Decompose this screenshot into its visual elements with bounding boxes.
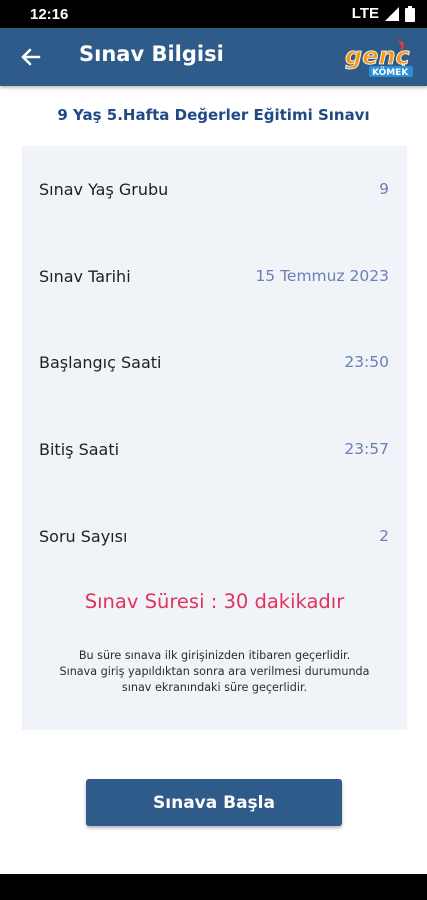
- battery-icon: [405, 5, 415, 22]
- info-label: Sınav Yaş Grubu: [39, 180, 169, 199]
- app-bar: Sınav Bilgisi genç KÖMEK: [0, 28, 427, 86]
- info-row-question-count: Soru Sayısı 2: [22, 527, 407, 557]
- note-line: Bu süre sınava ilk girişinizden itibaren…: [78, 649, 351, 662]
- info-row-age-group: Sınav Yaş Grubu 9: [22, 180, 407, 210]
- duration-note: Bu süre sınava ilk girişinizden itibaren…: [32, 648, 397, 696]
- info-value: 2: [379, 527, 389, 545]
- exam-title: 9 Yaş 5.Hafta Değerler Eğitimi Sınavı: [57, 106, 370, 124]
- note-line: sınav ekranındaki süre geçerlidir.: [121, 681, 308, 694]
- back-button[interactable]: [18, 44, 44, 70]
- info-row-end-time: Bitiş Saati 23:57: [22, 440, 407, 470]
- status-time: 12:16: [30, 6, 69, 23]
- info-value: 23:50: [344, 353, 389, 371]
- info-label: Soru Sayısı: [39, 527, 128, 546]
- info-label: Bitiş Saati: [39, 440, 120, 459]
- info-value: 23:57: [344, 440, 389, 458]
- svg-text:KÖMEK: KÖMEK: [372, 67, 409, 78]
- network-type: LTE: [351, 5, 379, 22]
- signal-icon: [385, 6, 399, 21]
- info-row-date: Sınav Tarihi 15 Temmuz 2023: [22, 267, 407, 297]
- navigation-bar: [0, 874, 427, 900]
- genc-komek-logo: genç KÖMEK: [341, 36, 415, 80]
- info-row-start-time: Başlangıç Saati 23:50: [22, 353, 407, 383]
- exam-info-card: Sınav Yaş Grubu 9 Sınav Tarihi 15 Temmuz…: [22, 146, 407, 730]
- info-label: Başlangıç Saati: [39, 353, 162, 372]
- arrow-left-icon: [18, 48, 44, 74]
- info-value: 9: [379, 180, 389, 198]
- note-line: Sınava giriş yapıldıktan sonra ara veril…: [59, 665, 370, 678]
- status-bar: 12:16 LTE: [0, 0, 427, 28]
- exam-duration: Sınav Süresi : 30 dakikadır: [84, 590, 345, 613]
- info-label: Sınav Tarihi: [39, 267, 131, 286]
- svg-text:genç: genç: [345, 42, 410, 70]
- page-title: Sınav Bilgisi: [79, 42, 224, 66]
- info-value: 15 Temmuz 2023: [255, 267, 389, 285]
- start-exam-button[interactable]: Sınava Başla: [86, 779, 342, 826]
- status-indicators: LTE: [352, 5, 415, 22]
